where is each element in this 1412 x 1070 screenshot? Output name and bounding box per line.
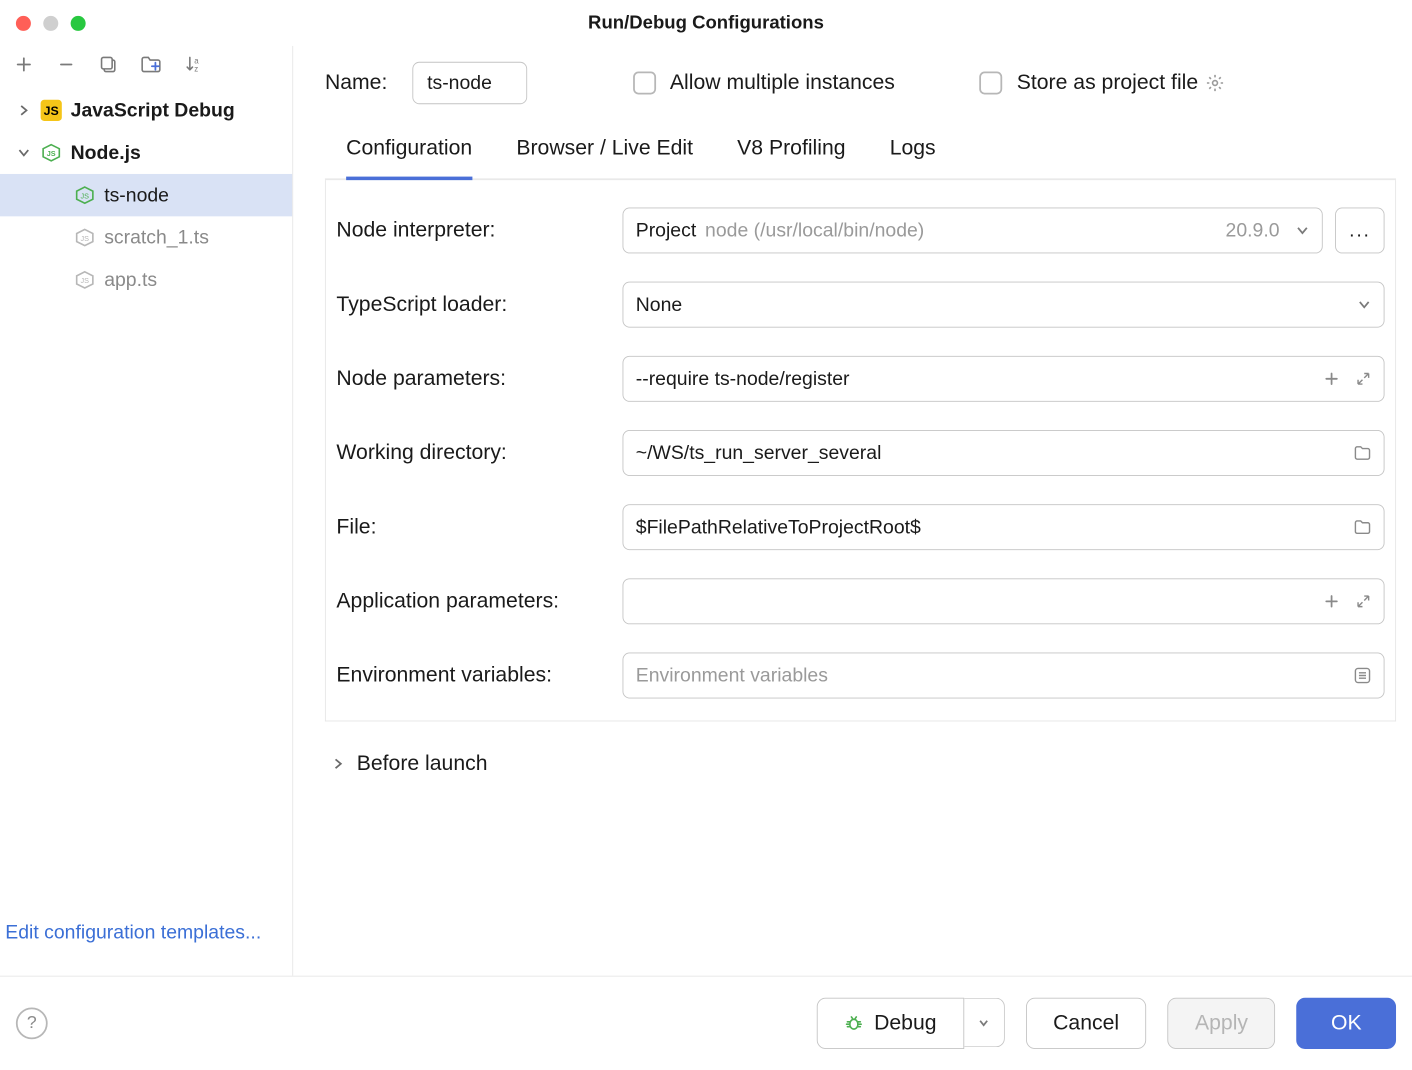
before-launch-label: Before launch	[357, 751, 488, 776]
tree-leaf-label: ts-node	[104, 184, 169, 207]
bug-icon	[844, 1013, 863, 1032]
expand-icon[interactable]	[1355, 593, 1371, 609]
tree-leaf-app[interactable]: JS app.ts	[0, 259, 292, 301]
tree-leaf-ts-node[interactable]: JS ts-node	[0, 174, 292, 216]
tree-node-label: JavaScript Debug	[71, 99, 235, 122]
tab-configuration[interactable]: Configuration	[346, 127, 472, 180]
node-interpreter-detail: node (/usr/local/bin/node)	[705, 219, 924, 242]
tabs: Configuration Browser / Live Edit V8 Pro…	[325, 127, 1396, 180]
add-folder-button[interactable]	[140, 53, 163, 76]
cancel-button-label: Cancel	[1053, 1011, 1119, 1036]
expand-icon[interactable]	[1355, 371, 1371, 387]
typescript-loader-select[interactable]: None	[623, 282, 1385, 328]
remove-configuration-button[interactable]	[55, 53, 78, 76]
configuration-form: Node interpreter: Project node (/usr/loc…	[325, 180, 1396, 721]
node-parameters-label: Node parameters:	[336, 366, 610, 391]
help-button[interactable]: ?	[16, 1007, 48, 1039]
cancel-button[interactable]: Cancel	[1026, 998, 1147, 1049]
node-parameters-textfield[interactable]	[636, 367, 1315, 390]
environment-variables-textfield[interactable]	[636, 664, 1345, 687]
svg-text:JS: JS	[81, 276, 90, 285]
environment-variables-input[interactable]	[623, 653, 1385, 699]
tree-node-javascript-debug[interactable]: JS JavaScript Debug	[0, 89, 292, 131]
application-parameters-textfield[interactable]	[636, 590, 1315, 613]
name-label: Name:	[325, 71, 387, 96]
working-directory-textfield[interactable]	[636, 442, 1345, 465]
node-interpreter-version: 20.9.0	[1226, 219, 1280, 242]
tree-node-label: Node.js	[71, 141, 141, 164]
apply-button-label: Apply	[1195, 1011, 1248, 1036]
typescript-loader-label: TypeScript loader:	[336, 292, 610, 317]
node-icon: JS	[74, 185, 95, 206]
application-parameters-label: Application parameters:	[336, 589, 610, 614]
bottom-bar: ? Debug Cancel	[0, 976, 1412, 1070]
store-as-project-file-checkbox[interactable]	[980, 72, 1003, 95]
sidebar: az JS JavaScript Debug JS	[0, 46, 293, 976]
typescript-loader-value: None	[636, 293, 682, 316]
debug-button[interactable]: Debug	[817, 998, 964, 1049]
configuration-name-input[interactable]	[412, 62, 527, 104]
add-macro-icon[interactable]	[1324, 371, 1340, 387]
file-input[interactable]	[623, 504, 1385, 550]
sidebar-toolbar: az	[0, 46, 292, 88]
node-interpreter-label: Node interpreter:	[336, 218, 610, 243]
titlebar: Run/Debug Configurations	[0, 0, 1412, 46]
tab-browser-live-edit[interactable]: Browser / Live Edit	[516, 127, 693, 180]
edit-templates-link[interactable]: Edit configuration templates...	[0, 921, 292, 976]
js-icon: JS	[41, 100, 62, 121]
svg-text:JS: JS	[81, 234, 90, 243]
svg-text:JS: JS	[81, 191, 90, 200]
working-directory-input[interactable]	[623, 430, 1385, 476]
file-label: File:	[336, 515, 610, 540]
tree-leaf-label: scratch_1.ts	[104, 226, 209, 249]
node-icon: JS	[74, 269, 95, 290]
folder-icon[interactable]	[1354, 445, 1372, 461]
list-icon[interactable]	[1354, 667, 1372, 685]
tab-logs[interactable]: Logs	[890, 127, 936, 180]
ok-button-label: OK	[1331, 1011, 1362, 1036]
chevron-down-icon[interactable]	[1295, 223, 1309, 237]
node-icon: JS	[74, 227, 95, 248]
debug-button-label: Debug	[874, 1011, 936, 1036]
copy-configuration-button[interactable]	[97, 53, 120, 76]
debug-dropdown-button[interactable]	[964, 998, 1005, 1047]
store-as-project-file-label: Store as project file	[1017, 71, 1198, 96]
sort-configurations-button[interactable]: az	[182, 53, 205, 76]
chevron-right-icon[interactable]	[332, 758, 344, 770]
svg-text:z: z	[194, 65, 198, 74]
tree-leaf-label: app.ts	[104, 268, 157, 291]
working-directory-label: Working directory:	[336, 441, 610, 466]
svg-text:JS: JS	[47, 149, 56, 158]
allow-multiple-instances-checkbox[interactable]	[633, 72, 656, 95]
tree-node-nodejs[interactable]: JS Node.js	[0, 132, 292, 174]
allow-multiple-instances-label: Allow multiple instances	[670, 71, 895, 96]
environment-variables-label: Environment variables:	[336, 663, 610, 688]
chevron-right-icon[interactable]	[16, 104, 32, 116]
chevron-down-icon[interactable]	[16, 147, 32, 159]
configuration-tree: JS JavaScript Debug JS Node.js JS	[0, 87, 292, 920]
node-icon: JS	[41, 142, 62, 163]
add-configuration-button[interactable]	[12, 53, 35, 76]
folder-icon[interactable]	[1354, 519, 1372, 535]
node-interpreter-primary: Project	[636, 219, 696, 242]
tab-v8-profiling[interactable]: V8 Profiling	[737, 127, 845, 180]
apply-button[interactable]: Apply	[1168, 998, 1276, 1049]
window-title: Run/Debug Configurations	[0, 12, 1412, 33]
file-textfield[interactable]	[636, 516, 1345, 539]
application-parameters-input[interactable]	[623, 578, 1385, 624]
node-interpreter-select[interactable]: Project node (/usr/local/bin/node) 20.9.…	[623, 208, 1323, 254]
node-parameters-input[interactable]	[623, 356, 1385, 402]
before-launch-section[interactable]: Before launch	[325, 721, 1409, 785]
ok-button[interactable]: OK	[1297, 998, 1397, 1049]
gear-icon[interactable]	[1205, 73, 1224, 92]
tree-leaf-scratch[interactable]: JS scratch_1.ts	[0, 216, 292, 258]
browse-interpreter-button[interactable]: ...	[1335, 208, 1384, 254]
add-macro-icon[interactable]	[1324, 593, 1340, 609]
chevron-down-icon[interactable]	[1357, 298, 1371, 312]
